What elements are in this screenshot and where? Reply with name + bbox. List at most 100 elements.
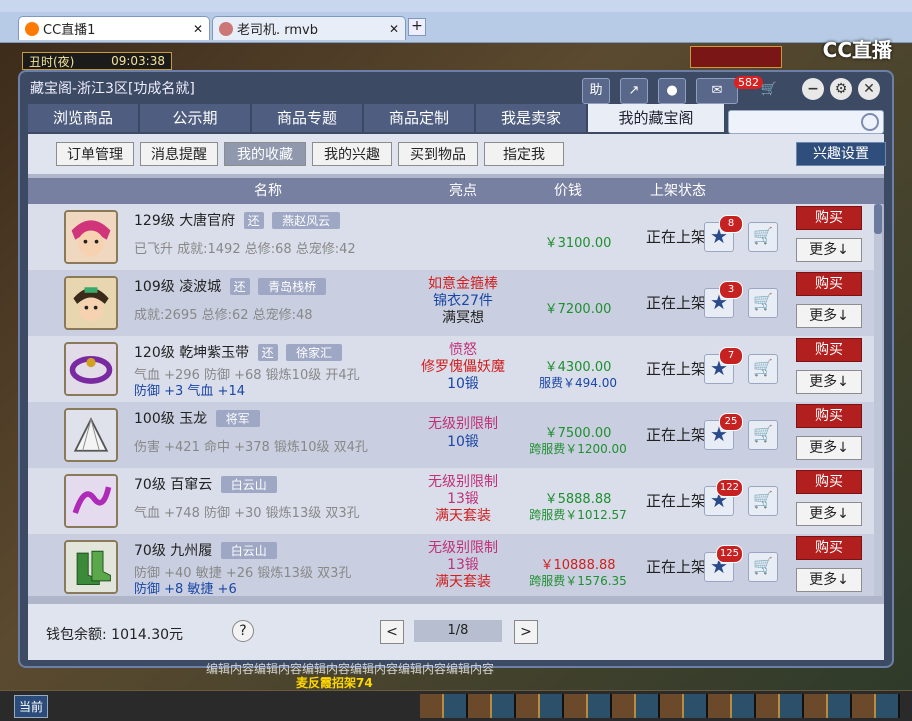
- table-scrollbar[interactable]: [874, 204, 882, 596]
- highlight-line-2: 修罗傀儡妖魔: [421, 359, 505, 375]
- character-avatar-icon[interactable]: [64, 276, 118, 330]
- character-avatar-icon[interactable]: [64, 210, 118, 264]
- buy-button[interactable]: 购买: [796, 536, 862, 560]
- tab-public-notice[interactable]: 公示期: [140, 104, 251, 132]
- tab-topics[interactable]: 商品专题: [252, 104, 363, 132]
- more-button[interactable]: 更多↓: [796, 304, 862, 328]
- bought-items-button[interactable]: 买到物品: [398, 142, 478, 166]
- help-button[interactable]: 助: [582, 78, 610, 104]
- search-icon[interactable]: [861, 113, 879, 131]
- browser-tab-bar: CC直播1 ✕ 老司机. rmvb ✕: [0, 12, 912, 43]
- window-topbar: [0, 0, 912, 12]
- listing-status: 正在上架: [645, 228, 706, 246]
- cart-icon[interactable]: 🛒: [748, 288, 778, 318]
- cart-icon[interactable]: 🛒: [748, 354, 778, 384]
- boots-item-icon[interactable]: [64, 540, 118, 594]
- cart-icon[interactable]: 🛒: [756, 78, 782, 102]
- help-icon[interactable]: ?: [232, 620, 254, 642]
- close-icon[interactable]: ✕: [858, 78, 880, 100]
- item-price: ￥5888.88: [544, 492, 612, 507]
- highlight-line-3: 满天套装: [435, 508, 491, 524]
- highlight-line-1: 如意金箍棒: [428, 276, 498, 292]
- game-time-period: 丑时(夜): [29, 54, 75, 69]
- listing-status: 正在上架: [645, 492, 706, 510]
- sub-nav-bar: 订单管理 消息提醒 我的收藏 我的兴趣 买到物品 指定我 兴趣设置: [28, 134, 886, 174]
- item-price: ￥3100.00: [544, 236, 612, 251]
- more-button[interactable]: 更多↓: [796, 238, 862, 262]
- more-button[interactable]: 更多↓: [796, 568, 862, 592]
- highlight-line-3: 满天套装: [435, 574, 491, 590]
- favorite-star-icon[interactable]: ★ 25: [704, 413, 743, 450]
- tab-custom[interactable]: 商品定制: [364, 104, 475, 132]
- favorite-star-icon[interactable]: ★ 8: [704, 215, 743, 252]
- tab-browse-goods[interactable]: 浏览商品: [28, 104, 139, 132]
- item-detail: 成就:2695 总修:62 总宠修:48: [134, 308, 313, 323]
- server-tag: 白云山: [220, 542, 277, 559]
- highlight-line-2: 13锻: [447, 491, 479, 507]
- ribbon-item-icon[interactable]: [64, 474, 118, 528]
- item-name: 70级 百窜云 白云山: [134, 474, 277, 494]
- my-favorites-button[interactable]: 我的收藏: [224, 142, 306, 166]
- cart-icon[interactable]: 🛒: [748, 486, 778, 516]
- close-icon[interactable]: ✕: [193, 22, 203, 36]
- tab-video[interactable]: 老司机. rmvb ✕: [212, 16, 406, 40]
- game-skill-icon-strip[interactable]: [420, 694, 900, 718]
- buy-button[interactable]: 购买: [796, 338, 862, 362]
- minimize-icon[interactable]: −: [802, 78, 824, 100]
- buy-button[interactable]: 购买: [796, 470, 862, 494]
- wallet-balance: 钱包余额: 1014.30元: [46, 627, 184, 643]
- panel-title: 藏宝阁-浙江3区[功成名就]: [30, 81, 195, 97]
- fan-weapon-icon[interactable]: [64, 408, 118, 462]
- cart-icon[interactable]: 🛒: [748, 552, 778, 582]
- column-name: 名称: [254, 183, 282, 199]
- message-reminder-button[interactable]: 消息提醒: [140, 142, 218, 166]
- favorite-star-icon[interactable]: ★ 3: [704, 281, 743, 318]
- record-icon[interactable]: ●: [658, 78, 686, 104]
- tab-seller[interactable]: 我是卖家: [476, 104, 587, 132]
- more-button[interactable]: 更多↓: [796, 502, 862, 526]
- highlight-line-2: 13锻: [447, 557, 479, 573]
- message-icon[interactable]: ✉: [696, 78, 738, 104]
- game-status-text: 麦反霞招架74: [296, 676, 373, 690]
- item-level: 120级: [134, 345, 175, 361]
- table-row: 109级 凌波城 还 青岛栈桥 成就:2695 总修:62 总宠修:48 如意金…: [28, 270, 874, 337]
- next-page-button[interactable]: >: [514, 620, 538, 644]
- buy-button[interactable]: 购买: [796, 272, 862, 296]
- cart-icon[interactable]: 🛒: [748, 222, 778, 252]
- favorite-star-icon[interactable]: ★ 122: [704, 479, 743, 516]
- highlight-line-2: 锦衣27件: [433, 293, 493, 309]
- prev-page-button[interactable]: <: [380, 620, 404, 644]
- more-button[interactable]: 更多↓: [796, 436, 862, 460]
- column-status: 上架状态: [650, 183, 706, 199]
- item-name: 109级 凌波城 还 青岛栈桥: [134, 276, 327, 296]
- highlight-line-1: 无级别限制: [428, 416, 498, 432]
- item-title: 凌波城: [179, 279, 222, 295]
- page-indicator: 1/8: [414, 620, 502, 642]
- new-tab-button[interactable]: +: [408, 18, 426, 36]
- cart-icon[interactable]: 🛒: [748, 420, 778, 450]
- buy-button[interactable]: 购买: [796, 404, 862, 428]
- tab-cc-live[interactable]: CC直播1 ✕: [18, 16, 210, 40]
- belt-item-icon[interactable]: [64, 342, 118, 396]
- avatar-icon: [219, 21, 233, 36]
- order-management-button[interactable]: 订单管理: [56, 142, 134, 166]
- close-icon[interactable]: ✕: [389, 22, 399, 36]
- favorite-star-icon[interactable]: ★ 125: [704, 545, 743, 582]
- item-level: 100级: [134, 411, 175, 427]
- more-button[interactable]: 更多↓: [796, 370, 862, 394]
- search-input[interactable]: [728, 110, 884, 134]
- share-icon[interactable]: ↗: [620, 78, 648, 104]
- designated-me-button[interactable]: 指定我: [484, 142, 564, 166]
- interest-settings-button[interactable]: 兴趣设置: [796, 142, 886, 166]
- settings-icon[interactable]: ⚙: [830, 78, 852, 100]
- buy-button[interactable]: 购买: [796, 206, 862, 230]
- tab-my-pavilion[interactable]: 我的藏宝阁: [588, 104, 725, 132]
- my-interests-button[interactable]: 我的兴趣: [312, 142, 392, 166]
- favorite-star-icon[interactable]: ★ 7: [704, 347, 743, 384]
- highlight-line-1: 无级别限制: [428, 474, 498, 490]
- chat-channel-current[interactable]: 当前: [14, 695, 49, 718]
- panel-footer: 钱包余额: 1014.30元 ? < 1/8 >: [28, 604, 884, 660]
- item-title: 百窜云: [170, 477, 213, 493]
- cross-server-fee: 跨服费￥1012.57: [529, 508, 627, 522]
- scrollbar-thumb[interactable]: [874, 204, 882, 234]
